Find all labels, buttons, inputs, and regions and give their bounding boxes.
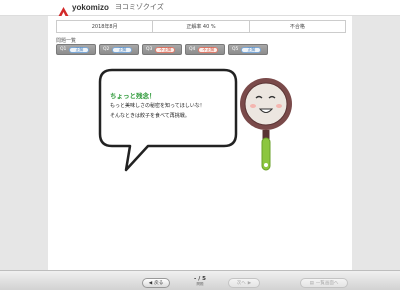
question-button-q4[interactable]: Q4 不正解	[185, 44, 225, 55]
list-screen-label: 一覧画面へ	[315, 281, 339, 286]
frying-pan-character-icon	[240, 78, 292, 171]
correct-badge: 正解	[241, 46, 262, 53]
status-date: 2018年8月	[57, 21, 154, 32]
result-message-line: もっと美味しさの秘密を知ってほしいな！	[110, 103, 205, 109]
question-number: Q2	[103, 47, 110, 52]
question-button-q3[interactable]: Q3 不正解	[142, 44, 182, 55]
app-title: ヨコミゾクイズ	[114, 3, 164, 11]
list-screen-button[interactable]: ▤ 一覧画面へ	[300, 278, 348, 288]
correct-badge: 正解	[112, 46, 133, 53]
top-bar: yokomizo ヨコミゾクイズ	[0, 0, 400, 17]
question-list: Q1 正解 Q2 正解 Q3 不正解 Q4 不正解 Q5 正解	[56, 44, 268, 55]
status-bar: 2018年8月 正解率 40 % 不合格	[56, 20, 346, 33]
incorrect-badge: 不正解	[155, 46, 176, 53]
next-button[interactable]: 次へ ▶	[228, 278, 260, 288]
back-button-label: 戻る	[154, 281, 164, 286]
page-indicator: - / 5 問題	[190, 276, 210, 287]
question-number: Q4	[189, 47, 196, 52]
question-list-label: 問題一覧	[56, 38, 77, 44]
next-button-label: 次へ	[236, 281, 246, 286]
logo: yokomizo ヨコミゾクイズ	[58, 2, 164, 17]
status-result: 不合格	[289, 24, 305, 30]
status-accuracy: 正解率 40 %	[153, 21, 250, 32]
list-icon: ▤	[309, 280, 314, 286]
result-message-line: そんなときは餃子を食べて再挑戦。	[110, 113, 190, 119]
question-number: Q1	[60, 47, 67, 52]
result-message-body: もっと美味しさの秘密を知ってほしいな！ そんなときは餃子を食べて再挑戦。	[110, 101, 235, 121]
main-panel: 2018年8月 正解率 40 % 不合格 問題一覧 Q1 正解 Q2 正解 Q3…	[48, 16, 352, 270]
back-arrow-icon: ◀	[148, 280, 153, 286]
question-number: Q5	[232, 47, 239, 52]
incorrect-badge: 不正解	[198, 46, 219, 53]
question-button-q2[interactable]: Q2 正解	[99, 44, 139, 55]
logo-icon	[58, 2, 69, 17]
speech-bubble	[98, 68, 238, 172]
question-button-q5[interactable]: Q5 正解	[228, 44, 268, 55]
back-button[interactable]: ◀ 戻る	[142, 278, 170, 288]
next-arrow-icon: ▶	[247, 280, 252, 286]
correct-badge: 正解	[69, 46, 90, 53]
question-button-q1[interactable]: Q1 正解	[56, 44, 96, 55]
page-indicator-sub: 問題	[196, 282, 204, 286]
logo-text: yokomizo	[72, 2, 109, 12]
result-message-title: ちょっと残念！	[110, 92, 156, 100]
question-number: Q3	[146, 47, 153, 52]
